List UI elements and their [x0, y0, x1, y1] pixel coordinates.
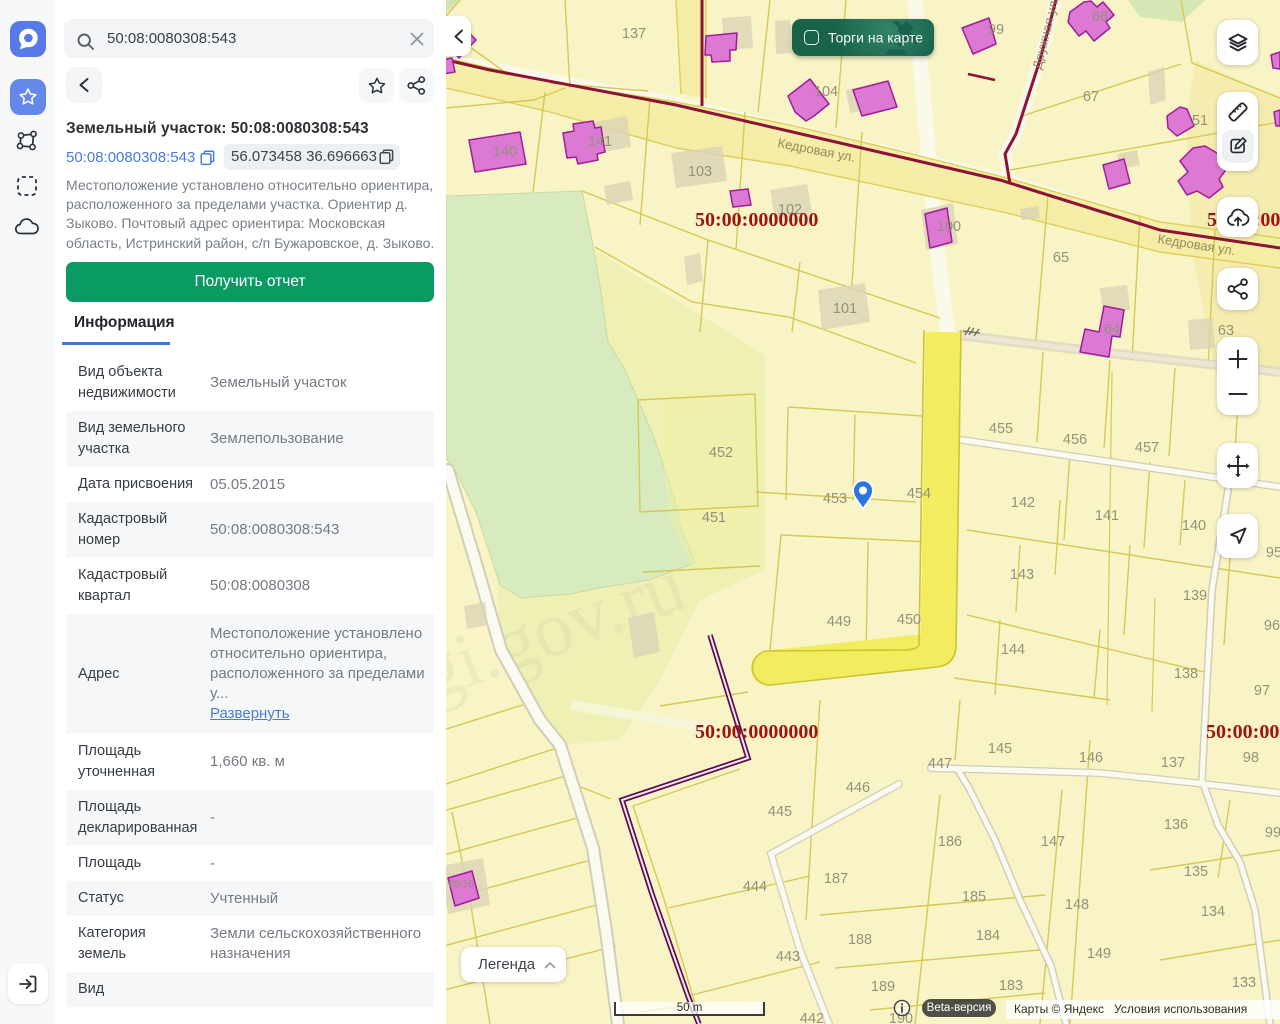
svg-text:104: 104 — [814, 84, 838, 100]
svg-text:443: 443 — [776, 949, 800, 965]
svg-text:97: 97 — [1254, 683, 1270, 699]
svg-text:135: 135 — [1184, 864, 1208, 880]
svg-text:149: 149 — [1087, 946, 1111, 962]
svg-text:444: 444 — [743, 879, 767, 895]
svg-text:99: 99 — [1265, 825, 1280, 841]
svg-text:140: 140 — [493, 144, 517, 160]
svg-text:140: 140 — [1182, 518, 1206, 534]
svg-text:452: 452 — [709, 445, 733, 461]
svg-text:101: 101 — [833, 301, 857, 317]
svg-text:98: 98 — [1243, 750, 1259, 766]
svg-text:451: 451 — [702, 510, 726, 526]
svg-text:95: 95 — [1266, 545, 1280, 561]
svg-text:103: 103 — [688, 164, 712, 180]
svg-text:454: 454 — [907, 486, 931, 502]
svg-text:64: 64 — [1104, 322, 1120, 338]
svg-text:446: 446 — [846, 780, 870, 796]
svg-text:96: 96 — [1264, 618, 1280, 634]
svg-text:138: 138 — [1174, 666, 1198, 682]
svg-text:442: 442 — [800, 1011, 824, 1024]
svg-text:184: 184 — [976, 928, 1000, 944]
svg-text:445: 445 — [768, 804, 792, 820]
svg-text:142: 142 — [1011, 495, 1035, 511]
svg-text:137: 137 — [622, 26, 646, 42]
svg-text:65: 65 — [1053, 250, 1069, 266]
svg-text:85/16: 85/16 — [448, 879, 473, 890]
svg-text:Торги на карте: Торги на карте — [828, 30, 923, 46]
svg-text:455: 455 — [989, 421, 1013, 437]
svg-text:51: 51 — [1192, 113, 1208, 129]
svg-text:183: 183 — [999, 978, 1023, 994]
svg-text:68: 68 — [1092, 9, 1108, 25]
svg-text:99: 99 — [988, 22, 1004, 38]
svg-text:449: 449 — [827, 614, 851, 630]
svg-text:447: 447 — [928, 756, 952, 772]
svg-text:187: 187 — [824, 871, 848, 887]
svg-text:67: 67 — [1083, 89, 1099, 105]
svg-text:100: 100 — [937, 219, 961, 235]
svg-text:134: 134 — [1201, 904, 1225, 920]
svg-text:144: 144 — [1001, 642, 1025, 658]
svg-text:141: 141 — [588, 134, 612, 150]
svg-text:50:00:0000000: 50:00:0000000 — [695, 209, 818, 231]
svg-text:143: 143 — [1010, 567, 1034, 583]
svg-text:185: 185 — [962, 889, 986, 905]
svg-text:188: 188 — [848, 932, 872, 948]
svg-text:147: 147 — [1041, 834, 1065, 850]
svg-text:456: 456 — [1063, 432, 1087, 448]
svg-text:141: 141 — [1095, 508, 1119, 524]
svg-text:453: 453 — [823, 491, 847, 507]
svg-text:148: 148 — [1065, 897, 1089, 913]
svg-text:186: 186 — [938, 834, 962, 850]
svg-text:50:00:0000000: 50:00:0000000 — [1206, 721, 1280, 743]
svg-text:189: 189 — [871, 979, 895, 995]
svg-text:133: 133 — [1232, 975, 1256, 991]
svg-text:457: 457 — [1135, 440, 1159, 456]
svg-text:139: 139 — [1183, 588, 1207, 604]
svg-text:450: 450 — [897, 612, 921, 628]
svg-text:146: 146 — [1079, 750, 1103, 766]
svg-text:50:00:0000000: 50:00:0000000 — [695, 721, 818, 743]
svg-text:136: 136 — [1164, 817, 1188, 833]
svg-text:145: 145 — [988, 741, 1012, 757]
svg-text:137: 137 — [1161, 755, 1185, 771]
